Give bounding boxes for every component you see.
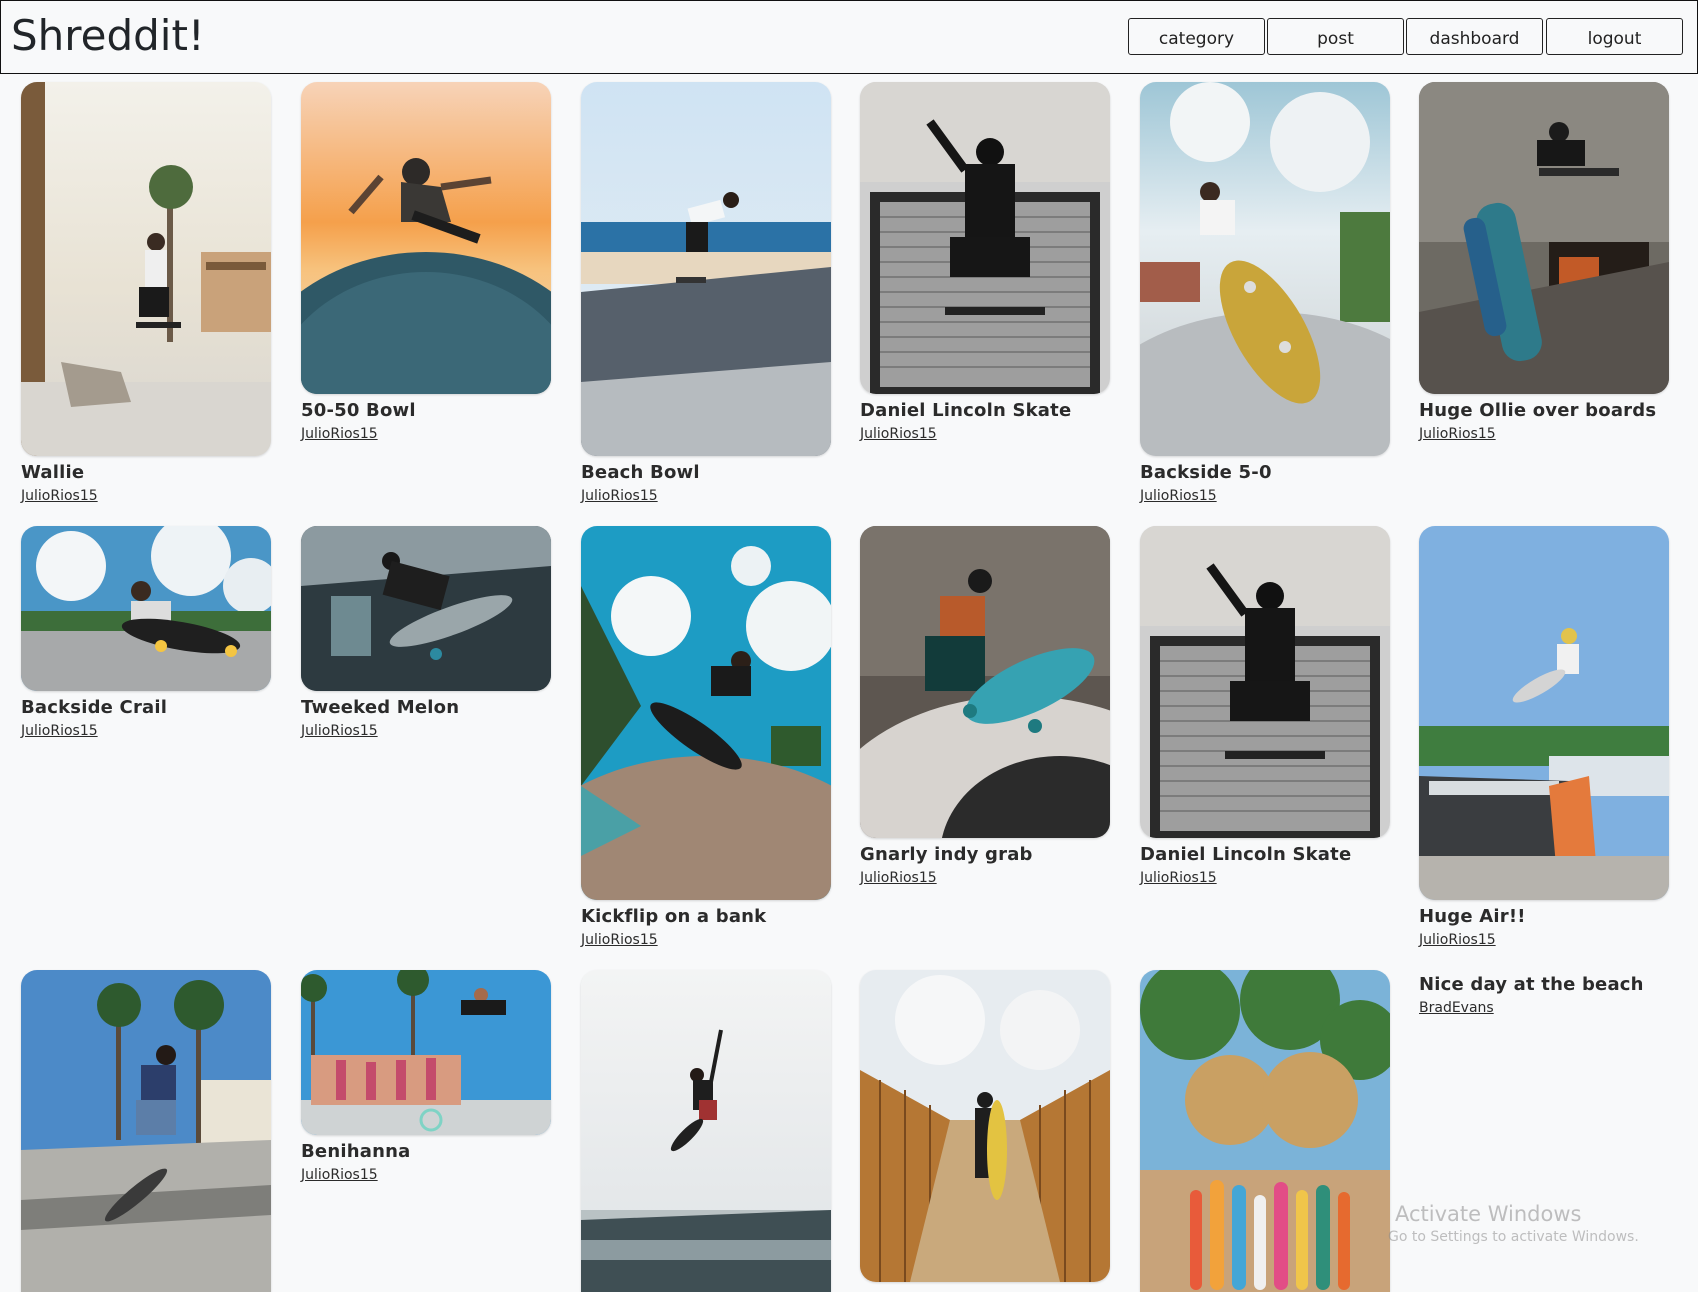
post-title[interactable]: Gnarly indy grab: [860, 844, 1110, 865]
post-title[interactable]: 50-50 Bowl: [301, 400, 551, 421]
post-photo[interactable]: [581, 526, 831, 900]
post-card[interactable]: [581, 970, 831, 1292]
post-photo[interactable]: [860, 970, 1110, 1282]
post-author-link[interactable]: JulioRios15: [21, 488, 98, 504]
post-photo[interactable]: [301, 970, 551, 1135]
post-photo[interactable]: [301, 526, 551, 691]
post-title[interactable]: Tweeked Melon: [301, 697, 551, 718]
activate-windows-hint: Go to Settings to activate Windows.: [1388, 1229, 1639, 1245]
post-title[interactable]: Daniel Lincoln Skate: [860, 400, 1110, 421]
post-author-link[interactable]: JulioRios15: [301, 426, 378, 442]
post-author-link[interactable]: JulioRios15: [860, 426, 937, 442]
post-card[interactable]: [21, 970, 271, 1292]
post-title[interactable]: Backside Crail: [21, 697, 271, 718]
post-author-link[interactable]: JulioRios15: [1419, 932, 1496, 948]
post-card[interactable]: Huge Air!! JulioRios15: [1419, 526, 1669, 949]
activate-windows-watermark: Activate Windows: [1395, 1202, 1582, 1226]
post-card[interactable]: Gnarly indy grab JulioRios15: [860, 526, 1110, 887]
post-title[interactable]: Huge Air!!: [1419, 906, 1669, 927]
post-photo[interactable]: [1419, 526, 1669, 900]
post-card[interactable]: Nice day at the beach BradEvans: [1419, 970, 1669, 1017]
post-title[interactable]: Huge Ollie over boards: [1419, 400, 1669, 421]
post-title[interactable]: Benihanna: [301, 1141, 551, 1162]
post-photo[interactable]: [581, 970, 831, 1292]
post-photo[interactable]: [1140, 970, 1390, 1292]
post-author-link[interactable]: JulioRios15: [301, 1167, 378, 1183]
post-photo[interactable]: [860, 526, 1110, 838]
post-card[interactable]: Backside 5-0 JulioRios15: [1140, 82, 1390, 505]
post-title[interactable]: Wallie: [21, 462, 271, 483]
post-card[interactable]: Kickflip on a bank JulioRios15: [581, 526, 831, 949]
post-card[interactable]: [860, 970, 1110, 1282]
post-photo[interactable]: [1140, 526, 1390, 838]
post-photo[interactable]: [581, 82, 831, 456]
post-title[interactable]: Kickflip on a bank: [581, 906, 831, 927]
post-author-link[interactable]: BradEvans: [1419, 1000, 1494, 1016]
post-author-link[interactable]: JulioRios15: [1419, 426, 1496, 442]
post-card[interactable]: Tweeked Melon JulioRios15: [301, 526, 551, 740]
post-author-link[interactable]: JulioRios15: [301, 723, 378, 739]
post-feed: Wallie JulioRios15 50-50 Bowl JulioRios1…: [0, 0, 1698, 1292]
post-title[interactable]: Daniel Lincoln Skate: [1140, 844, 1390, 865]
post-photo[interactable]: [301, 82, 551, 394]
post-card[interactable]: Daniel Lincoln Skate JulioRios15: [860, 82, 1110, 443]
post-card[interactable]: [1140, 970, 1390, 1292]
post-author-link[interactable]: JulioRios15: [581, 932, 658, 948]
post-card[interactable]: Backside Crail JulioRios15: [21, 526, 271, 740]
post-photo[interactable]: [21, 970, 271, 1292]
post-photo[interactable]: [860, 82, 1110, 394]
post-author-link[interactable]: JulioRios15: [860, 870, 937, 886]
post-card[interactable]: Huge Ollie over boards JulioRios15: [1419, 82, 1669, 443]
post-photo[interactable]: [1140, 82, 1390, 456]
post-title[interactable]: Beach Bowl: [581, 462, 831, 483]
post-photo[interactable]: [1419, 82, 1669, 394]
post-card[interactable]: Daniel Lincoln Skate JulioRios15: [1140, 526, 1390, 887]
post-author-link[interactable]: JulioRios15: [1140, 488, 1217, 504]
post-card[interactable]: 50-50 Bowl JulioRios15: [301, 82, 551, 443]
post-author-link[interactable]: JulioRios15: [581, 488, 658, 504]
post-photo[interactable]: [21, 526, 271, 691]
post-card[interactable]: Wallie JulioRios15: [21, 82, 271, 505]
post-card[interactable]: Beach Bowl JulioRios15: [581, 82, 831, 505]
post-title[interactable]: Nice day at the beach: [1419, 974, 1669, 995]
post-author-link[interactable]: JulioRios15: [1140, 870, 1217, 886]
post-photo[interactable]: [21, 82, 271, 456]
post-card[interactable]: Benihanna JulioRios15: [301, 970, 551, 1184]
post-author-link[interactable]: JulioRios15: [21, 723, 98, 739]
post-title[interactable]: Backside 5-0: [1140, 462, 1390, 483]
